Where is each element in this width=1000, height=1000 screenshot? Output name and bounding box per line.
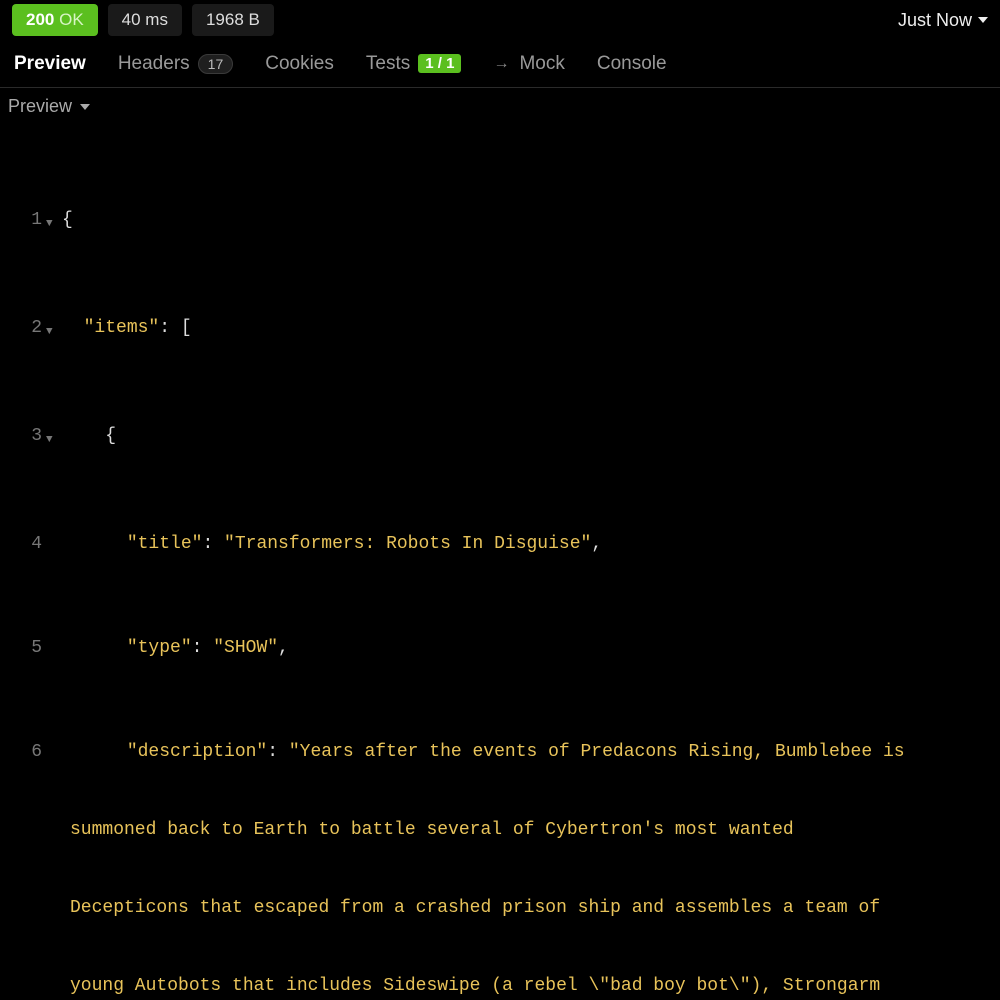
fold-toggle-icon[interactable]: ▼	[46, 423, 60, 453]
line-number: 1	[0, 207, 46, 233]
status-code-pill: 200 OK	[12, 4, 98, 36]
tab-mock-label: Mock	[519, 53, 564, 75]
code-line: 3 ▼ {	[0, 423, 1000, 453]
status-text: OK	[59, 10, 84, 29]
code-line: 5 "type": "SHOW",	[0, 635, 1000, 661]
arrow-right-icon: →	[493, 55, 509, 73]
headers-count-badge: 17	[198, 54, 234, 74]
code-line: 2 ▼ "items": [	[0, 315, 1000, 345]
response-status-bar: 200 OK 40 ms 1968 B Just Now	[0, 0, 1000, 40]
preview-mode-label: Preview	[8, 96, 72, 117]
tab-cookies[interactable]: Cookies	[263, 43, 336, 85]
response-size: 1968 B	[192, 4, 274, 36]
code-line-wrap: young Autobots that includes Sideswipe (…	[0, 973, 1000, 999]
tab-console[interactable]: Console	[595, 43, 669, 85]
fold-toggle-icon[interactable]: ▼	[46, 315, 60, 345]
line-number: 3	[0, 423, 46, 449]
code-line: 1 ▼ {	[0, 207, 1000, 237]
timestamp-dropdown[interactable]: Just Now	[898, 10, 988, 31]
chevron-down-icon	[978, 17, 988, 23]
tab-preview[interactable]: Preview	[12, 43, 88, 85]
code-line-wrap: summoned back to Earth to battle several…	[0, 817, 1000, 843]
response-tabs: Preview Headers 17 Cookies Tests 1 / 1 →…	[0, 40, 1000, 88]
tab-tests[interactable]: Tests 1 / 1	[364, 43, 464, 85]
tab-headers-label: Headers	[118, 53, 190, 75]
code-line: 6 "description": "Years after the events…	[0, 739, 1000, 765]
tab-mock[interactable]: → Mock	[491, 43, 566, 85]
chevron-down-icon	[80, 104, 90, 110]
line-number: 6	[0, 739, 46, 765]
tab-headers[interactable]: Headers 17	[116, 43, 235, 85]
line-number: 2	[0, 315, 46, 341]
response-time: 40 ms	[108, 4, 182, 36]
tab-tests-label: Tests	[366, 53, 410, 75]
tests-pass-badge: 1 / 1	[418, 54, 461, 73]
preview-mode-dropdown[interactable]: Preview	[0, 88, 1000, 125]
fold-toggle-icon[interactable]: ▼	[46, 207, 60, 237]
response-body-viewer[interactable]: 1 ▼ { 2 ▼ "items": [ 3 ▼ { 4 "title": "T…	[0, 125, 1000, 1000]
status-code: 200	[26, 10, 54, 29]
line-number: 4	[0, 531, 46, 557]
code-line: 4 "title": "Transformers: Robots In Disg…	[0, 531, 1000, 557]
line-number: 5	[0, 635, 46, 661]
timestamp-label: Just Now	[898, 10, 972, 31]
code-line-wrap: Decepticons that escaped from a crashed …	[0, 895, 1000, 921]
